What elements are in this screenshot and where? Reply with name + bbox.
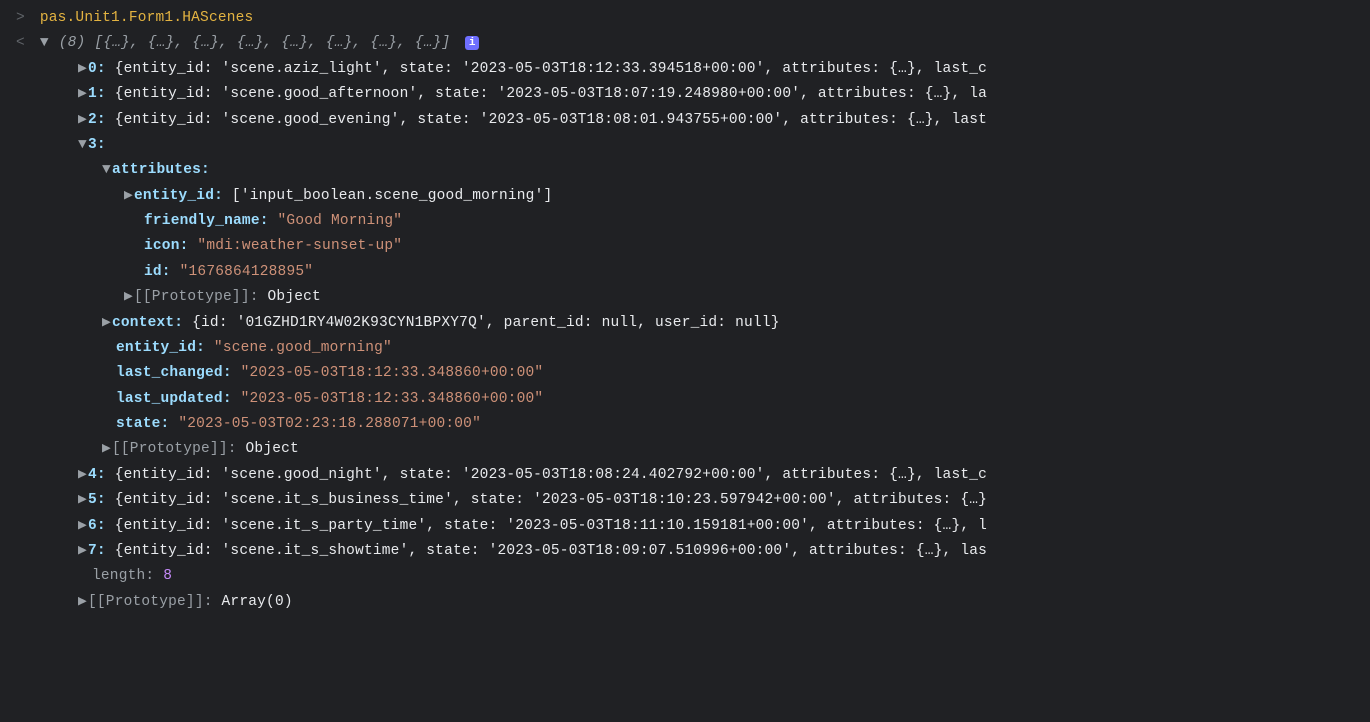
value: "Good Morning": [278, 213, 403, 229]
key-label: [[Prototype]]:: [88, 594, 213, 610]
index-label: 0:: [88, 61, 106, 77]
expand-toggle-root[interactable]: ▼: [40, 31, 50, 56]
prop-entity-id: entity_id: "scene.good_morning": [16, 336, 1362, 361]
prop-length: length: 8: [16, 564, 1362, 589]
index-label: 3:: [88, 137, 106, 153]
array-item-3[interactable]: ▼3:: [16, 133, 1362, 158]
expand-toggle[interactable]: ▶: [124, 184, 134, 209]
array-item-6[interactable]: ▶6: {entity_id: 'scene.it_s_party_time',…: [16, 514, 1362, 539]
array-item-0[interactable]: ▶0: {entity_id: 'scene.aziz_light', stat…: [16, 57, 1362, 82]
prop-state: state: "2023-05-03T02:23:18.288071+00:00…: [16, 412, 1362, 437]
value: 8: [163, 568, 172, 584]
key-label: id:: [144, 264, 171, 280]
expand-toggle[interactable]: ▶: [102, 311, 112, 336]
info-badge[interactable]: i: [465, 36, 479, 50]
prop-attributes-entity-id[interactable]: ▶entity_id: ['input_boolean.scene_good_m…: [16, 184, 1362, 209]
expand-toggle[interactable]: ▶: [78, 590, 88, 615]
array-count: (8): [59, 35, 86, 51]
index-label: 7:: [88, 543, 106, 559]
prop-last-changed: last_changed: "2023-05-03T18:12:33.34886…: [16, 361, 1362, 386]
object-preview: {entity_id: 'scene.it_s_business_time', …: [115, 492, 987, 508]
expand-toggle[interactable]: ▶: [78, 539, 88, 564]
index-label: 2:: [88, 112, 106, 128]
object-preview: {entity_id: 'scene.it_s_party_time', sta…: [115, 518, 987, 534]
array-item-4[interactable]: ▶4: {entity_id: 'scene.good_night', stat…: [16, 463, 1362, 488]
key-label: icon:: [144, 238, 189, 254]
object-preview: {entity_id: 'scene.aziz_light', state: '…: [115, 61, 987, 77]
key-label: context:: [112, 315, 183, 331]
expand-toggle[interactable]: ▶: [78, 514, 88, 539]
value: ['input_boolean.scene_good_morning']: [232, 188, 552, 204]
key-label: attributes:: [112, 162, 210, 178]
expand-toggle[interactable]: ▶: [78, 82, 88, 107]
key-label: entity_id:: [134, 188, 223, 204]
value: "2023-05-03T18:12:33.348860+00:00": [241, 365, 544, 381]
value: "1676864128895": [180, 264, 314, 280]
index-label: 4:: [88, 467, 106, 483]
key-label: entity_id:: [116, 340, 205, 356]
console-input-line: > pas.Unit1.Form1.HAScenes: [16, 6, 1362, 31]
expand-toggle[interactable]: ▶: [102, 437, 112, 462]
back-icon: <: [16, 35, 25, 51]
object-preview: {entity_id: 'scene.it_s_showtime', state…: [115, 543, 987, 559]
index-label: 1:: [88, 86, 106, 102]
value: Object: [268, 289, 321, 305]
value: {id: '01GZHD1RY4W02K93CYN1BPXY7Q', paren…: [192, 315, 780, 331]
expand-toggle[interactable]: ▶: [124, 285, 134, 310]
expand-toggle[interactable]: ▼: [78, 133, 88, 158]
array-item-5[interactable]: ▶5: {entity_id: 'scene.it_s_business_tim…: [16, 488, 1362, 513]
value: Object: [246, 441, 299, 457]
value: "mdi:weather-sunset-up": [197, 238, 402, 254]
key-label: friendly_name:: [144, 213, 269, 229]
prop-array-prototype[interactable]: ▶[[Prototype]]: Array(0): [16, 590, 1362, 615]
object-preview: {entity_id: 'scene.good_night', state: '…: [115, 467, 987, 483]
index-label: 6:: [88, 518, 106, 534]
array-item-7[interactable]: ▶7: {entity_id: 'scene.it_s_showtime', s…: [16, 539, 1362, 564]
object-preview: {entity_id: 'scene.good_afternoon', stat…: [115, 86, 987, 102]
console-result-line[interactable]: < ▼ (8) [{…}, {…}, {…}, {…}, {…}, {…}, {…: [16, 31, 1362, 56]
expand-toggle[interactable]: ▶: [78, 488, 88, 513]
expand-toggle[interactable]: ▼: [102, 158, 112, 183]
prop-attributes-prototype[interactable]: ▶[[Prototype]]: Object: [16, 285, 1362, 310]
prop-context[interactable]: ▶context: {id: '01GZHD1RY4W02K93CYN1BPXY…: [16, 311, 1362, 336]
key-label: last_updated:: [116, 391, 232, 407]
key-label: last_changed:: [116, 365, 232, 381]
key-label: [[Prototype]]:: [134, 289, 259, 305]
array-preview: [{…}, {…}, {…}, {…}, {…}, {…}, {…}, {…}]: [94, 35, 450, 51]
key-label: [[Prototype]]:: [112, 441, 237, 457]
prop-attributes-friendly-name: friendly_name: "Good Morning": [16, 209, 1362, 234]
value: "2023-05-03T18:12:33.348860+00:00": [241, 391, 544, 407]
prop-attributes[interactable]: ▼attributes:: [16, 158, 1362, 183]
object-preview: {entity_id: 'scene.good_evening', state:…: [115, 112, 987, 128]
index-label: 5:: [88, 492, 106, 508]
array-item-1[interactable]: ▶1: {entity_id: 'scene.good_afternoon', …: [16, 82, 1362, 107]
expand-toggle[interactable]: ▶: [78, 108, 88, 133]
value: Array(0): [222, 594, 293, 610]
prop-last-updated: last_updated: "2023-05-03T18:12:33.34886…: [16, 387, 1362, 412]
prop-attributes-icon: icon: "mdi:weather-sunset-up": [16, 234, 1362, 259]
value: "2023-05-03T02:23:18.288071+00:00": [178, 416, 481, 432]
key-label: length:: [92, 568, 154, 584]
expression-text: pas.Unit1.Form1.HAScenes: [40, 10, 254, 26]
prompt-icon: >: [16, 10, 25, 26]
expand-toggle[interactable]: ▶: [78, 463, 88, 488]
array-item-2[interactable]: ▶2: {entity_id: 'scene.good_evening', st…: [16, 108, 1362, 133]
value: "scene.good_morning": [214, 340, 392, 356]
prop-item3-prototype[interactable]: ▶[[Prototype]]: Object: [16, 437, 1362, 462]
prop-attributes-id: id: "1676864128895": [16, 260, 1362, 285]
key-label: state:: [116, 416, 169, 432]
expand-toggle[interactable]: ▶: [78, 57, 88, 82]
